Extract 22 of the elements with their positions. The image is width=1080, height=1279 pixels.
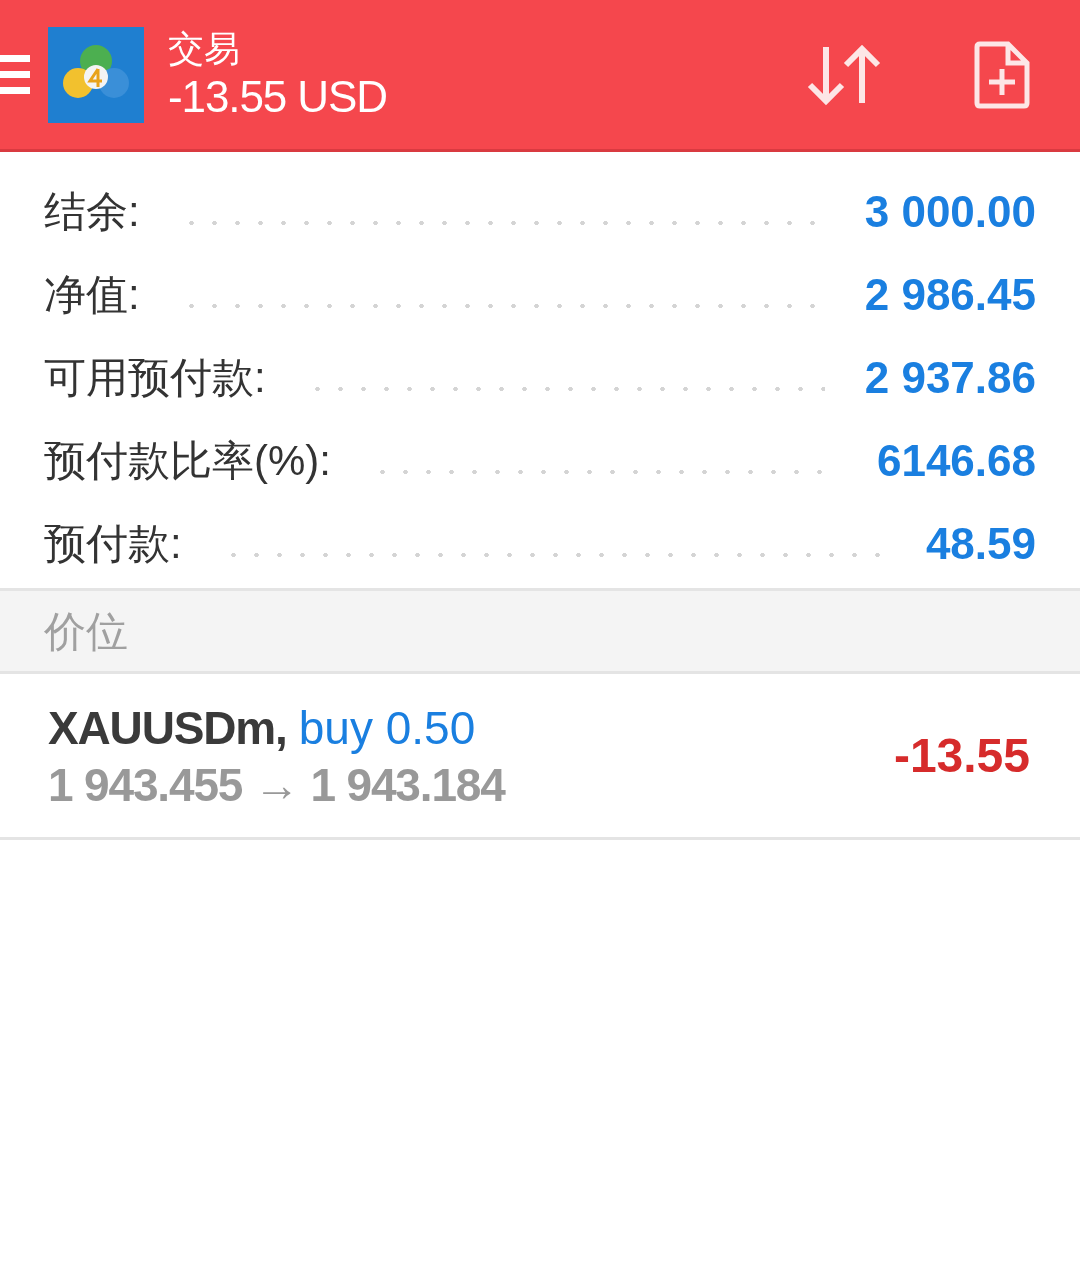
summary-value: 2 937.86	[864, 356, 1036, 400]
summary-label: 可用预付款:	[44, 356, 266, 400]
menu-icon[interactable]	[0, 52, 30, 97]
summary-value: 48.59	[925, 522, 1036, 566]
position-profit: -13.55	[893, 727, 1030, 784]
summary-value: 2 986.45	[864, 273, 1036, 317]
summary-value: 6146.68	[876, 439, 1036, 483]
summary-label: 净值:	[44, 273, 140, 317]
screen-title: 交易	[168, 26, 241, 71]
order-type: buy 0.50	[298, 700, 476, 756]
price-change: 1 943.455 → 1 943.184	[48, 757, 507, 813]
app-logo-icon	[48, 26, 144, 123]
position-row[interactable]: XAUUSDm, buy 0.50 1 943.455 → 1 943.184 -13.55	[0, 674, 1080, 840]
section-title: 价位	[44, 606, 128, 657]
new-document-icon[interactable]	[974, 40, 1030, 109]
sort-icon[interactable]	[806, 42, 882, 107]
total-profit: -13.55 USD	[168, 70, 387, 123]
symbol: XAUUSDm,	[48, 700, 287, 756]
summary-value: 3 000.00	[864, 190, 1036, 234]
summary-label: 结余:	[44, 190, 140, 234]
summary-label: 预付款比率(%):	[44, 439, 331, 483]
summary-label: 预付款:	[44, 522, 182, 566]
